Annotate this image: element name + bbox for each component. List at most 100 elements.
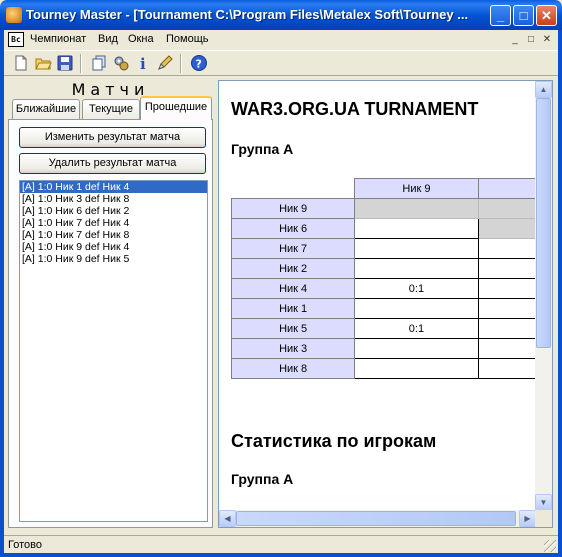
scroll-down-button[interactable]: ▼ bbox=[535, 494, 552, 511]
tournament-document-view: WAR3.ORG.UA TURNAMENT Группа A Ник 9 Ник… bbox=[218, 80, 553, 528]
result-cell bbox=[477, 338, 536, 359]
tab-content-past: Изменить результат матча Удалить результ… bbox=[8, 119, 213, 528]
result-cell bbox=[354, 338, 479, 359]
menu-help[interactable]: Помощь bbox=[166, 33, 209, 45]
result-cell: 0:1 bbox=[354, 318, 479, 339]
window-title: Tourney Master - [Tournament C:\Program … bbox=[26, 7, 469, 22]
help-icon[interactable]: ? bbox=[190, 54, 208, 72]
list-item[interactable]: [A] 1:0 Ник 3 def Ник 8 bbox=[20, 193, 207, 205]
toolbar-separator bbox=[180, 54, 182, 73]
horizontal-scrollbar[interactable]: ◀ ▶ bbox=[219, 510, 536, 527]
result-cell: 0:1 bbox=[354, 278, 479, 299]
list-item[interactable]: [A] 1:0 Ник 7 def Ник 4 bbox=[20, 217, 207, 229]
table-row: Ник 9 bbox=[230, 198, 536, 219]
horizontal-scroll-thumb[interactable] bbox=[236, 511, 516, 526]
document-system-icon[interactable]: Bc bbox=[8, 32, 24, 47]
close-button[interactable]: ✕ bbox=[536, 5, 557, 26]
row-header: Ник 9 bbox=[230, 198, 356, 219]
result-cell bbox=[354, 238, 479, 259]
menu-windows[interactable]: Окна bbox=[128, 33, 154, 45]
list-item[interactable]: [A] 1:0 Ник 7 def Ник 8 bbox=[20, 229, 207, 241]
app-logo-icon[interactable] bbox=[6, 7, 22, 23]
scroll-right-button[interactable]: ▶ bbox=[519, 510, 536, 527]
resize-grip-icon[interactable] bbox=[544, 540, 556, 552]
edit-pencil-icon[interactable] bbox=[156, 54, 174, 72]
copy-pages-icon[interactable] bbox=[90, 54, 108, 72]
save-disk-icon[interactable] bbox=[56, 54, 74, 72]
toolbar: i ? bbox=[4, 50, 558, 76]
menu-view[interactable]: Вид bbox=[98, 33, 118, 45]
player-stats-heading: Статистика по игрокам bbox=[231, 431, 437, 451]
table-corner bbox=[232, 179, 355, 199]
window-border-left bbox=[0, 30, 4, 557]
mdi-minimize-button[interactable]: _ bbox=[508, 33, 522, 46]
row-header: Ник 3 bbox=[230, 338, 356, 359]
result-cell bbox=[354, 358, 479, 379]
result-cell bbox=[477, 358, 536, 379]
matches-panel: Матчи Ближайшие Текущие Прошедшие Измени… bbox=[8, 80, 213, 528]
result-cell bbox=[477, 258, 536, 279]
tab-past[interactable]: Прошедшие bbox=[140, 96, 212, 120]
table-row: Ник 2 bbox=[230, 258, 536, 279]
mdi-restore-button[interactable]: □ bbox=[524, 33, 538, 46]
minimize-button[interactable]: _ bbox=[490, 5, 511, 26]
toolbar-separator bbox=[80, 54, 82, 73]
list-item[interactable]: [A] 1:0 Ник 6 def Ник 2 bbox=[20, 205, 207, 217]
scroll-up-button[interactable]: ▲ bbox=[535, 81, 552, 98]
list-item[interactable]: [A] 1:0 Ник 9 def Ник 4 bbox=[20, 241, 207, 253]
group-heading: Группа A bbox=[231, 141, 294, 157]
tab-upcoming[interactable]: Ближайшие bbox=[12, 99, 80, 119]
scroll-left-button[interactable]: ◀ bbox=[219, 510, 236, 527]
result-cell bbox=[354, 218, 479, 239]
svg-text:i: i bbox=[140, 55, 146, 72]
table-row: Ник 5 0:1 bbox=[230, 318, 536, 339]
column-header bbox=[477, 178, 536, 199]
list-item[interactable]: [A] 1:0 Ник 1 def Ник 4 bbox=[20, 181, 207, 193]
result-cell bbox=[354, 298, 479, 319]
table-row: Ник 4 0:1 bbox=[230, 278, 536, 299]
mdi-close-button[interactable]: ✕ bbox=[540, 33, 554, 46]
result-cell bbox=[477, 198, 536, 219]
table-row: Ник 1 bbox=[230, 298, 536, 319]
table-row: Ник 6 bbox=[230, 218, 536, 239]
menu-bar: Bc Чемпионат Вид Окна Помощь _ □ ✕ bbox=[4, 30, 558, 50]
status-text: Готово bbox=[8, 539, 42, 551]
list-item[interactable]: [A] 1:0 Ник 9 def Ник 5 bbox=[20, 253, 207, 265]
result-cell bbox=[477, 238, 536, 259]
delete-match-result-button[interactable]: Удалить результат матча bbox=[19, 153, 206, 174]
column-header: Ник 9 bbox=[354, 178, 479, 199]
past-matches-list[interactable]: [A] 1:0 Ник 1 def Ник 4 [A] 1:0 Ник 3 de… bbox=[19, 180, 208, 522]
row-header: Ник 8 bbox=[230, 358, 356, 379]
vertical-scroll-thumb[interactable] bbox=[536, 98, 551, 348]
row-header: Ник 1 bbox=[230, 298, 356, 319]
result-cell bbox=[354, 198, 479, 219]
row-header: Ник 6 bbox=[230, 218, 356, 239]
open-folder-icon[interactable] bbox=[34, 54, 52, 72]
row-header: Ник 2 bbox=[230, 258, 356, 279]
menu-championship[interactable]: Чемпионат bbox=[30, 33, 86, 45]
status-bar: Готово bbox=[4, 535, 558, 553]
row-header: Ник 5 bbox=[230, 318, 356, 339]
maximize-button[interactable]: □ bbox=[513, 5, 534, 26]
new-file-icon[interactable] bbox=[12, 54, 30, 72]
row-header: Ник 7 bbox=[230, 238, 356, 259]
result-cell bbox=[477, 318, 536, 339]
settings-gears-icon[interactable] bbox=[112, 54, 130, 72]
table-row: Ник 7 bbox=[230, 238, 536, 259]
vertical-scrollbar[interactable]: ▲ ▼ bbox=[535, 81, 552, 511]
window-border-right bbox=[558, 30, 562, 557]
results-table: Ник 9 Ник 9 Ник 6 Ник 7 Ник 2 Ник 4 0:1 Ник 1Н… bbox=[230, 178, 536, 379]
tab-current[interactable]: Текущие bbox=[82, 99, 140, 119]
result-cell bbox=[477, 298, 536, 319]
title-bar[interactable]: Tourney Master - [Tournament C:\Program … bbox=[0, 0, 562, 30]
row-header: Ник 4 bbox=[230, 278, 356, 299]
document-content: WAR3.ORG.UA TURNAMENT Группа A Ник 9 Ник… bbox=[219, 81, 536, 511]
edit-match-result-button[interactable]: Изменить результат матча bbox=[19, 127, 206, 148]
window-border-bottom bbox=[0, 553, 562, 557]
result-cell bbox=[354, 258, 479, 279]
tournament-title: WAR3.ORG.UA TURNAMENT bbox=[231, 99, 479, 119]
info-icon[interactable]: i bbox=[134, 54, 152, 73]
result-cell bbox=[477, 218, 536, 239]
table-row: Ник 3 bbox=[230, 338, 536, 359]
stats-group-heading: Группа A bbox=[231, 471, 294, 487]
